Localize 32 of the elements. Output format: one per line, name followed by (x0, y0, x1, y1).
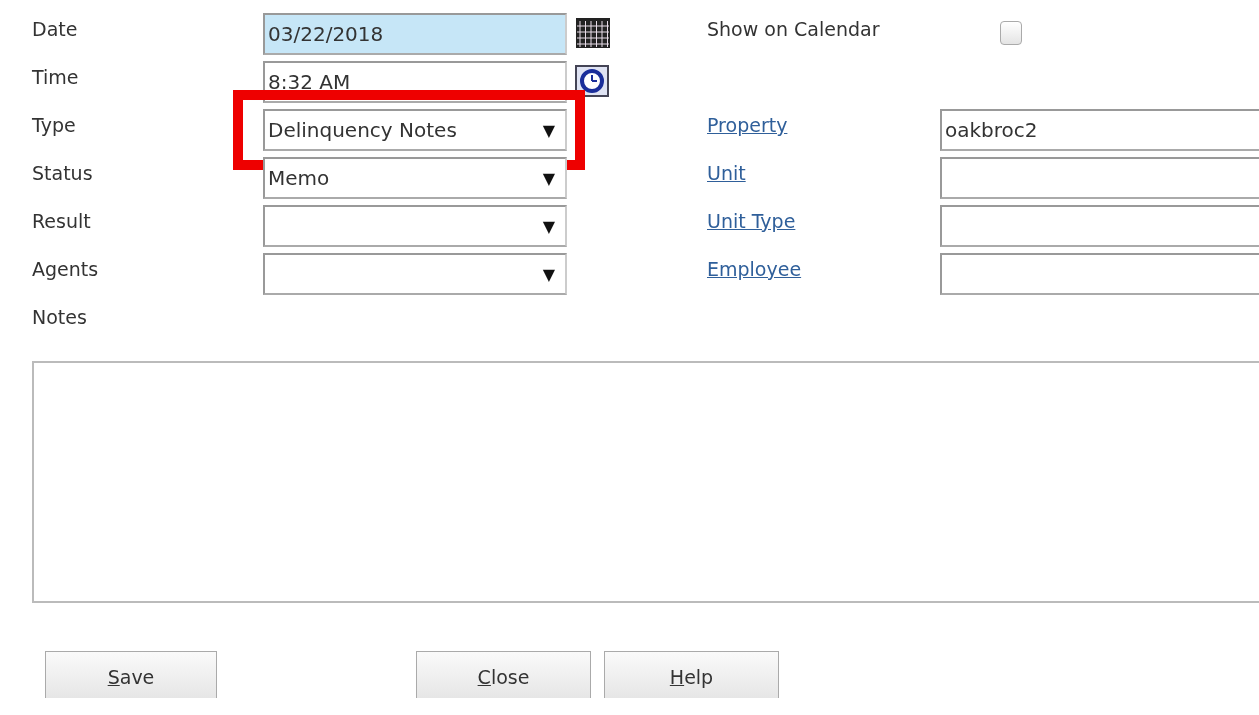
calendar-grid-icon[interactable] (575, 17, 611, 49)
form-button[interactable]: Save (45, 651, 217, 698)
input-field[interactable] (940, 157, 1259, 199)
form-button[interactable]: Close (416, 651, 591, 698)
checkbox[interactable] (1000, 21, 1022, 45)
dropdown[interactable]: ▼ (263, 205, 567, 247)
checkbox-label: Show on Calendar (707, 17, 881, 42)
input-field[interactable]: oakbroc2 (940, 109, 1259, 151)
clock-icon[interactable] (575, 65, 609, 97)
field-label: Time (32, 65, 80, 90)
field-link[interactable]: Unit Type (707, 205, 796, 237)
field-label: Status (32, 161, 94, 186)
input-field[interactable] (940, 205, 1259, 247)
field-label: Notes (32, 305, 88, 330)
dropdown-arrow: ▼ (542, 216, 555, 236)
field-label: Agents (32, 257, 100, 282)
field-link[interactable]: Property (707, 109, 788, 141)
dropdown[interactable]: ▼ (263, 253, 567, 295)
notes-field[interactable] (32, 361, 1259, 603)
dropdown-arrow: ▼ (542, 120, 555, 140)
dropdown[interactable]: Memo ▼ (263, 157, 567, 199)
field-link[interactable]: Unit (707, 157, 746, 189)
field-link[interactable]: Employee (707, 253, 802, 285)
form-button[interactable]: Help (604, 651, 779, 698)
dropdown-arrow: ▼ (542, 168, 555, 188)
dropdown[interactable]: Delinquency Notes ▼ (263, 109, 567, 151)
field-label: Result (32, 209, 92, 234)
field-label: Type (32, 113, 77, 138)
dropdown-arrow: ▼ (542, 264, 555, 284)
input-field[interactable] (940, 253, 1259, 295)
field-label: Date (32, 17, 79, 42)
input-field[interactable]: 03/22/2018 (263, 13, 567, 55)
